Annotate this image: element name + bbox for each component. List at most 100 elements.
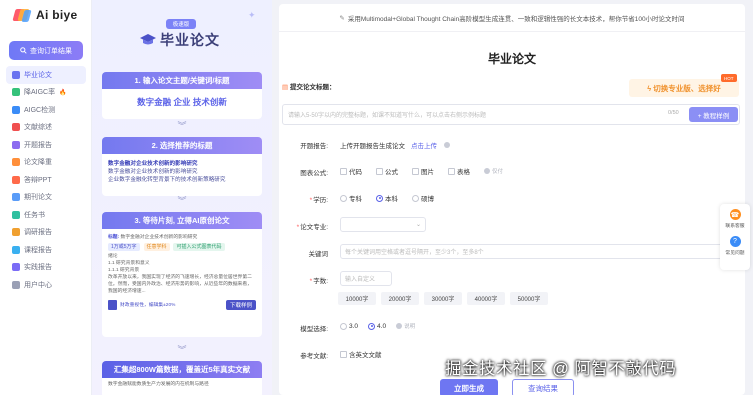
sidebar-item-label: 任务书 bbox=[24, 211, 45, 219]
sidebar-item-icon bbox=[12, 140, 20, 149]
help-icon[interactable] bbox=[484, 168, 490, 174]
pen-icon: ✎ bbox=[339, 14, 345, 22]
degree-option-selected[interactable]: 本科 bbox=[376, 193, 398, 203]
sidebar-item[interactable]: 调研报告 bbox=[6, 224, 86, 242]
sidebar-item[interactable]: 开题报告 bbox=[6, 136, 86, 154]
sidebar-item-icon bbox=[12, 210, 20, 219]
sidebar-item[interactable]: 文献综述 bbox=[6, 119, 86, 137]
option-table[interactable]: 表格 bbox=[448, 166, 470, 176]
faq-button[interactable]: ? 常见问题 bbox=[720, 236, 750, 256]
option-code[interactable]: 代码 bbox=[340, 166, 362, 176]
degree-option[interactable]: 硕博 bbox=[412, 193, 434, 203]
wordcount-option[interactable]: 30000字 bbox=[424, 292, 462, 305]
sidebar-item-icon bbox=[12, 88, 20, 97]
wordcount-input[interactable]: 输入自定义 bbox=[340, 271, 392, 286]
step-2-card: 2. 选择推荐的标题 数字金融对企业技术创新的影响研究 数字金融对企业技术创新的… bbox=[102, 137, 262, 196]
recommended-title: 数字金融对企业技术创新的影响研究 bbox=[108, 169, 198, 175]
sidebar-item-icon bbox=[12, 280, 20, 289]
model-label: 模型选择: bbox=[300, 326, 328, 333]
outline-item: 1.1 研究背景和意义 bbox=[108, 261, 150, 266]
step-4-card: 汇集超800W篇数据，覆盖近5年真实文献 数字金融赋能数质生产力发展的内在机制与… bbox=[102, 361, 262, 395]
sidebar-item[interactable]: 课程报告 bbox=[6, 241, 86, 259]
sidebar-item[interactable]: 实践报告 bbox=[6, 259, 86, 277]
book-icon bbox=[108, 300, 117, 310]
sidebar-item[interactable]: 答辩PPT bbox=[6, 171, 86, 189]
wordcount-option[interactable]: 50000字 bbox=[510, 292, 548, 305]
generate-button[interactable]: 立即生成 bbox=[440, 379, 498, 395]
contact-support-button[interactable]: ☎ 联系客服 bbox=[720, 209, 750, 229]
chevron-down-icon: ︾ bbox=[177, 345, 187, 355]
sidebar-item[interactable]: 期刊论文 bbox=[6, 189, 86, 207]
sidebar-item-icon bbox=[12, 228, 20, 237]
step-4-title: 汇集超800W篇数据，覆盖近5年真实文献 bbox=[102, 361, 262, 378]
help-icon[interactable] bbox=[444, 142, 450, 148]
promo-title-text: 毕业论文 bbox=[160, 32, 220, 48]
sidebar-item[interactable]: 用户中心 bbox=[6, 276, 86, 294]
download-sample-button[interactable]: 下载样例 bbox=[225, 300, 256, 310]
sidebar-item[interactable]: AIGC检测 bbox=[6, 101, 86, 119]
model-option[interactable]: 3.0 bbox=[340, 322, 358, 330]
question-icon: ? bbox=[729, 236, 741, 247]
sidebar-item[interactable]: 毕业论文 bbox=[6, 66, 86, 84]
keywords-label: 关键词 bbox=[308, 251, 329, 258]
sample-footer-note: 财政重视性，编辑集±20% bbox=[120, 302, 176, 308]
sidebar-nav: 毕业论文 降AIGC率 🔥 AIGC检测 文献综述开题报告 论文降重答辩PPT 期刊论文任务… bbox=[6, 66, 86, 294]
banner-text: 采用Multimodal+Global Thought Chain高阶模型生成连… bbox=[347, 15, 685, 23]
sidebar-item[interactable]: 降AIGC率 🔥 bbox=[6, 84, 86, 102]
check-result-button[interactable]: 查询结果 bbox=[512, 379, 574, 395]
wordcount-option[interactable]: 20000字 bbox=[381, 292, 419, 305]
option-image[interactable]: 图片 bbox=[412, 166, 434, 176]
graduation-cap-icon bbox=[140, 34, 156, 46]
sidebar-item-label: 期刊论文 bbox=[24, 194, 52, 202]
figures-note: 仅付 bbox=[492, 169, 504, 175]
step-3-title: 3. 等待片刻, 立得AI原创论文 bbox=[102, 212, 262, 229]
sample-tag: 任意学科 bbox=[143, 243, 170, 251]
english-refs-checkbox[interactable]: 含英文文献 bbox=[340, 349, 382, 359]
fire-icon: 🔥 bbox=[59, 89, 67, 96]
sidebar-item-icon bbox=[12, 105, 20, 114]
app-logo[interactable]: Ai biye bbox=[12, 8, 78, 22]
logo-text: Ai biye bbox=[36, 8, 78, 22]
order-lookup-button[interactable]: 查询订单结果 bbox=[9, 41, 83, 60]
example-title-button[interactable]: + 教程样例 bbox=[689, 107, 738, 122]
sidebar-item-label: 文献综述 bbox=[24, 124, 52, 132]
sidebar-item-icon bbox=[12, 263, 20, 272]
references-label: 参考文献: bbox=[300, 353, 328, 360]
major-select[interactable]: ⌄ bbox=[340, 217, 426, 232]
degree-option[interactable]: 专科 bbox=[340, 193, 362, 203]
sidebar-item[interactable]: 任务书 bbox=[6, 206, 86, 224]
sidebar-item-icon bbox=[12, 245, 20, 254]
order-lookup-label: 查询订单结果 bbox=[30, 47, 72, 55]
sidebar-item-label: AIGC检测 bbox=[24, 106, 56, 114]
page-title: 毕业论文 bbox=[487, 52, 536, 66]
model-option-selected[interactable]: 4.0 bbox=[368, 322, 386, 330]
step-2-title: 2. 选择推荐的标题 bbox=[102, 137, 262, 154]
step-4-subtitle: 数字金融赋能数质生产力发展的内在机制与路径 bbox=[108, 382, 209, 387]
watermark: 掘金技术社区 @ 阿智不敲代码 bbox=[445, 360, 677, 378]
keywords-input[interactable]: 每个关键词用空格或者逗号隔开，至少3个，至多8个 bbox=[340, 244, 730, 259]
sidebar-item-label: 答辩PPT bbox=[24, 176, 52, 184]
sidebar-item-icon bbox=[12, 175, 20, 184]
outline-item: 1.1.1 研究背景 bbox=[108, 268, 140, 273]
wordcount-option[interactable]: 10000字 bbox=[338, 292, 376, 305]
wordcount-label: *字数: bbox=[309, 278, 328, 285]
proposal-label: 开题报告: bbox=[300, 143, 328, 150]
help-icon[interactable] bbox=[396, 323, 403, 329]
option-formula[interactable]: 公式 bbox=[376, 166, 398, 176]
logo-icon bbox=[12, 8, 32, 22]
outline-heading: 绪论 bbox=[108, 254, 118, 259]
step-1-keywords: 数字金融 企业 技术创新 bbox=[137, 97, 227, 107]
chevron-down-icon: ︾ bbox=[177, 196, 187, 206]
sidebar-item-label: 课程报告 bbox=[24, 246, 52, 254]
hot-badge: HOT bbox=[721, 74, 737, 82]
figures-label: 图表公式: bbox=[300, 170, 328, 177]
promo-panel: 极速版 毕业论文 ✦ 1. 输入论文主题/关键词/标题 数字金融 企业 技术创新… bbox=[92, 0, 272, 395]
speed-badge: 极速版 bbox=[166, 19, 196, 29]
sidebar-item-icon bbox=[12, 70, 20, 79]
upload-link[interactable]: 点击上传 bbox=[411, 140, 437, 150]
step-1-card: 1. 输入论文主题/关键词/标题 数字金融 企业 技术创新 bbox=[102, 72, 262, 119]
sidebar-item-label: 实践报告 bbox=[24, 264, 52, 272]
wordcount-option[interactable]: 40000字 bbox=[467, 292, 505, 305]
sidebar-item[interactable]: 论文降重 bbox=[6, 154, 86, 172]
model-note: 说明 bbox=[404, 324, 416, 330]
